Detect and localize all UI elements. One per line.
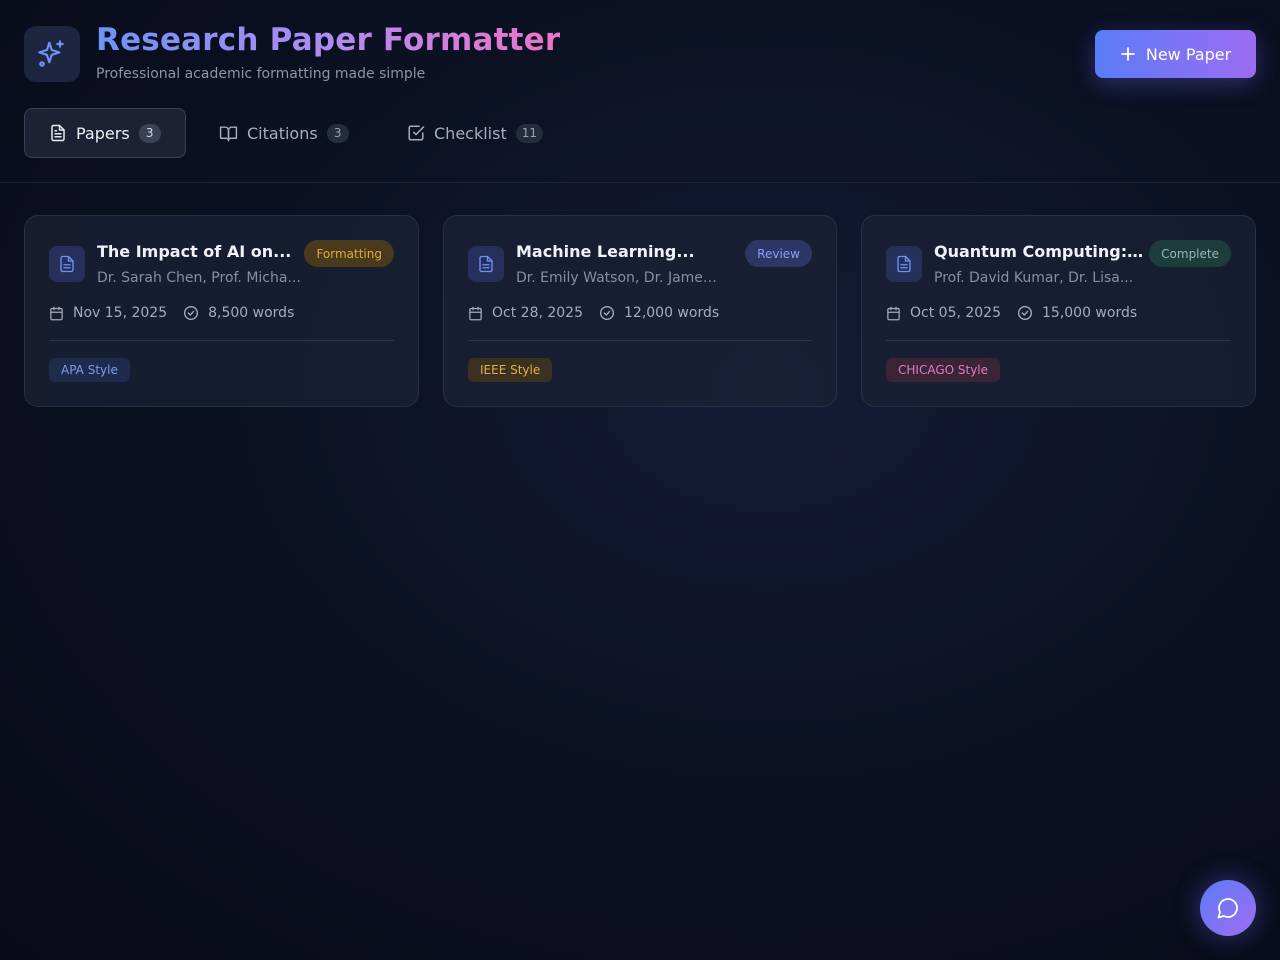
sparkles-icon [38, 40, 64, 67]
status-badge: Formatting [304, 240, 394, 267]
calendar-icon [469, 306, 482, 320]
tab-count-badge: 3 [138, 123, 161, 143]
paper-date: Nov 15, 2025 [73, 305, 168, 321]
chat-bubble-icon [1217, 898, 1238, 919]
page-title: Research Paper Formatter [96, 22, 561, 58]
paper-meta: Nov 15, 2025 8,500 words [49, 305, 310, 321]
book-open-icon [219, 125, 238, 141]
tab-label: Papers [76, 123, 130, 143]
file-text-icon [479, 255, 493, 273]
citation-style-tag: APA Style [49, 358, 130, 382]
tab-count-badge: 11 [515, 123, 543, 143]
page-subtitle: Professional academic formatting made si… [96, 66, 426, 82]
plus-icon [1120, 47, 1135, 61]
citation-style-tag: CHICAGO Style [886, 358, 1001, 382]
chat-button[interactable] [1200, 880, 1256, 936]
check-square-icon [408, 125, 425, 141]
card-divider [886, 340, 1231, 341]
paper-authors: Prof. David Kumar, Dr. Lisa... [934, 270, 1134, 286]
check-circle-icon [1018, 306, 1032, 320]
tab-papers[interactable]: Papers 3 [24, 108, 186, 158]
status-badge: Review [745, 240, 812, 267]
paper-meta: Oct 05, 2025 15,000 words [886, 305, 1153, 321]
citation-style-tag: IEEE Style [468, 358, 553, 382]
new-paper-label: New Paper [1145, 44, 1232, 64]
paper-title: Quantum Computing:... [934, 242, 1144, 261]
tab-label: Checklist [434, 123, 507, 143]
paper-word-count: 8,500 words [208, 305, 295, 321]
tab-label: Citations [247, 123, 318, 143]
tab-checklist[interactable]: Checklist 11 [407, 108, 543, 158]
paper-icon [468, 246, 504, 282]
file-text-icon [897, 255, 911, 273]
paper-card[interactable]: The Impact of AI on... Dr. Sarah Chen, P… [24, 215, 419, 407]
paper-date: Oct 28, 2025 [492, 305, 583, 321]
card-divider [49, 340, 394, 341]
calendar-icon [50, 306, 63, 320]
paper-word-count: 15,000 words [1042, 305, 1138, 321]
paper-title: Machine Learning... [516, 242, 695, 261]
paper-title: The Impact of AI on... [97, 242, 292, 261]
paper-meta: Oct 28, 2025 12,000 words [468, 305, 735, 321]
paper-icon [886, 246, 922, 282]
paper-authors: Dr. Emily Watson, Dr. James... [516, 270, 722, 286]
app-logo [24, 26, 80, 82]
check-circle-icon [184, 306, 199, 320]
file-text-icon [60, 255, 74, 273]
calendar-icon [887, 306, 900, 320]
card-divider [468, 340, 812, 341]
paper-card[interactable]: Quantum Computing:... Prof. David Kumar,… [861, 215, 1256, 407]
paper-word-count: 12,000 words [624, 305, 720, 321]
file-text-icon [51, 124, 65, 142]
paper-authors: Dr. Sarah Chen, Prof. Micha... [97, 270, 301, 286]
check-circle-icon [600, 306, 614, 320]
paper-date: Oct 05, 2025 [910, 305, 1001, 321]
new-paper-button[interactable]: New Paper [1095, 30, 1256, 78]
paper-icon [49, 246, 85, 282]
status-badge: Complete [1149, 240, 1231, 267]
tab-citations[interactable]: Citations 3 [219, 108, 349, 158]
app-header: Research Paper Formatter Professional ac… [0, 0, 1280, 183]
tab-count-badge: 3 [326, 123, 349, 143]
paper-card[interactable]: Machine Learning... Dr. Emily Watson, Dr… [443, 215, 837, 407]
